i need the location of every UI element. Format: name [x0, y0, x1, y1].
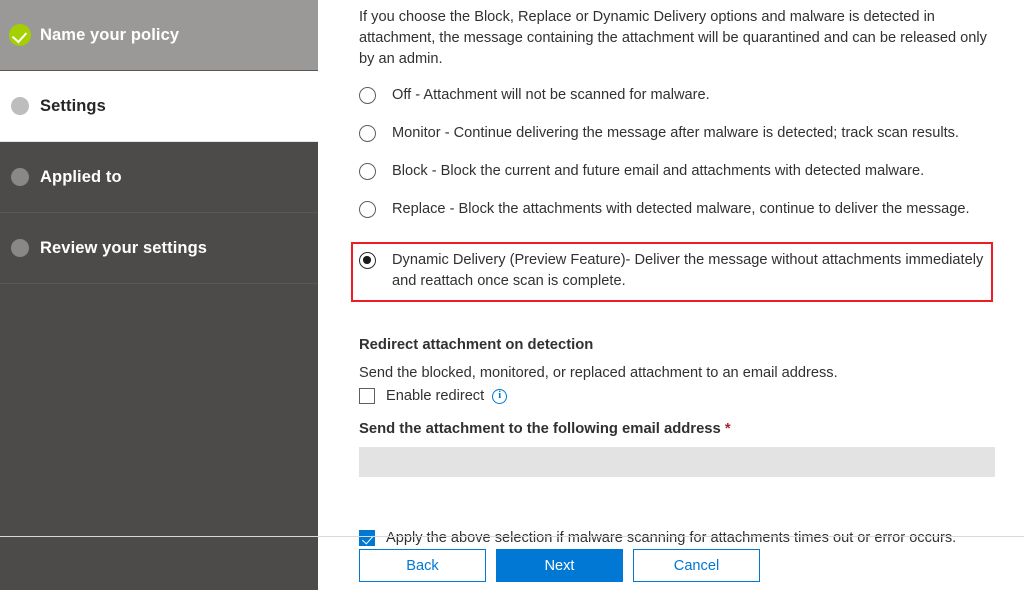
redirect-section-description: Send the blocked, monitored, or replaced… — [359, 365, 838, 381]
radio-option-label: Replace - Block the attachments with det… — [392, 201, 970, 217]
settings-content: If you choose the Block, Replace or Dyna… — [351, 0, 996, 546]
radio-option-label: Off - Attachment will not be scanned for… — [392, 87, 710, 103]
sidebar-item-label: Review your settings — [40, 238, 208, 257]
step-dot-icon — [0, 239, 40, 257]
redirect-email-input[interactable] — [359, 447, 995, 477]
radio-icon — [359, 201, 376, 218]
redirect-section-heading: Redirect attachment on detection — [359, 337, 594, 353]
check-circle-icon — [0, 24, 40, 46]
step-dot-icon — [0, 97, 40, 115]
radio-option-off[interactable]: Off - Attachment will not be scanned for… — [359, 85, 996, 123]
radio-option-block[interactable]: Block - Block the current and future ema… — [359, 161, 996, 199]
enable-redirect-label: Enable redirect — [386, 388, 485, 404]
checkbox-icon[interactable] — [359, 388, 375, 404]
footer-divider — [0, 536, 1024, 537]
checkbox-icon-checked[interactable] — [359, 530, 375, 546]
malware-action-radio-group: Off - Attachment will not be scanned for… — [351, 85, 996, 302]
radio-option-dynamic-delivery[interactable]: Dynamic Delivery (Preview Feature)- Deli… — [351, 242, 993, 302]
sidebar-item-applied-to[interactable]: Applied to — [0, 142, 318, 213]
sidebar-item-label: Settings — [40, 96, 106, 115]
sidebar-item-review-your-settings[interactable]: Review your settings — [0, 213, 318, 284]
email-field-label: Send the attachment to the following ema… — [359, 421, 996, 437]
timeout-checkbox-row[interactable]: Apply the above selection if malware sca… — [359, 530, 996, 546]
back-button[interactable]: Back — [359, 549, 486, 582]
intro-paragraph: If you choose the Block, Replace or Dyna… — [359, 9, 987, 67]
radio-option-label: Monitor - Continue delivering the messag… — [392, 125, 959, 141]
radio-icon-selected — [359, 252, 376, 269]
timeout-checkbox-label: Apply the above selection if malware sca… — [386, 530, 957, 546]
sidebar-item-settings[interactable]: Settings — [0, 71, 318, 142]
email-field-label-text: Send the attachment to the following ema… — [359, 421, 721, 437]
settings-panel: If you choose the Block, Replace or Dyna… — [318, 0, 1024, 590]
radio-icon — [359, 163, 376, 180]
info-icon[interactable]: i — [492, 388, 508, 404]
sidebar-item-label: Applied to — [40, 167, 122, 186]
next-button[interactable]: Next — [496, 549, 623, 582]
radio-option-label: Block - Block the current and future ema… — [392, 163, 925, 179]
sidebar-item-name-your-policy[interactable]: Name your policy — [0, 0, 318, 71]
wizard-footer-buttons: Back Next Cancel — [359, 549, 760, 582]
cancel-button[interactable]: Cancel — [633, 549, 760, 582]
step-dot-icon — [0, 168, 40, 186]
radio-icon — [359, 87, 376, 104]
sidebar-item-label: Name your policy — [40, 25, 180, 44]
radio-option-monitor[interactable]: Monitor - Continue delivering the messag… — [359, 123, 996, 161]
radio-icon — [359, 125, 376, 142]
required-marker: * — [724, 421, 731, 437]
radio-option-label: Dynamic Delivery (Preview Feature)- Deli… — [392, 252, 984, 289]
enable-redirect-checkbox-row[interactable]: Enable redirect i — [359, 388, 996, 404]
radio-option-replace[interactable]: Replace - Block the attachments with det… — [359, 199, 996, 237]
wizard-step-sidebar: Name your policy Settings Applied to Rev… — [0, 0, 318, 590]
policy-wizard-page: Name your policy Settings Applied to Rev… — [0, 0, 1024, 590]
